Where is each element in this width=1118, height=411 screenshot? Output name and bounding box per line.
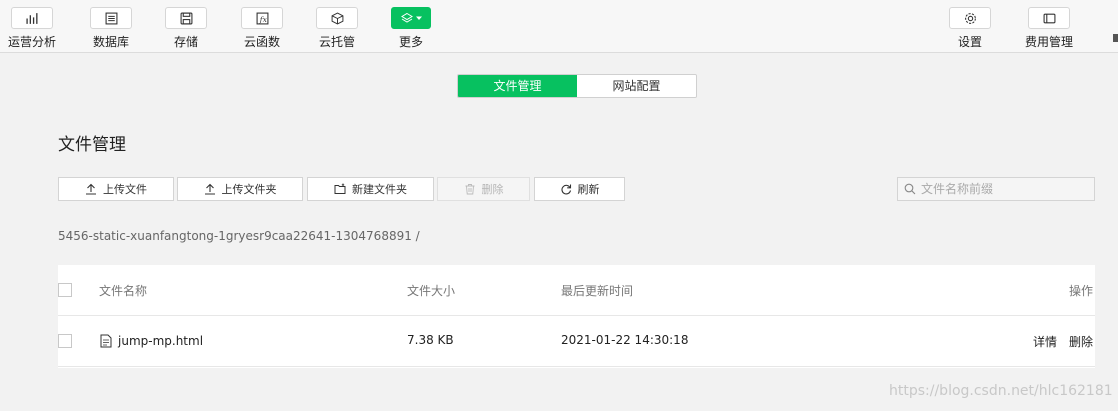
toolbar-settings[interactable]: 设置 [935,6,1005,50]
row-delete-link[interactable]: 删除 [1069,333,1093,350]
header-file-size[interactable]: 文件大小 [407,282,455,299]
delete-label: 删除 [481,183,504,196]
page-title: 文件管理 [58,135,126,155]
toolbar-label: 数据库 [92,35,129,49]
toolbar-overflow-edge [1113,34,1118,42]
search-input[interactable] [921,182,1091,196]
header-last-updated[interactable]: 最后更新时间 [561,282,633,299]
upload-file-label: 上传文件 [103,183,147,196]
watermark: https://blog.csdn.net/hlc162181 [889,383,1113,399]
upload-folder-label: 上传文件夹 [221,183,277,196]
row-checkbox[interactable] [58,334,72,348]
database-icon [90,7,132,29]
tab-file-management[interactable]: 文件管理 [458,75,577,97]
upload-folder-button[interactable]: 上传文件夹 [177,177,303,201]
toolbar-label: 设置 [957,35,982,49]
upload-file-button[interactable]: 上传文件 [58,177,174,201]
toolbar-label: 更多 [398,35,423,49]
file-table: 文件名称 文件大小 最后更新时间 操作 jump-mp.html 7.38 KB… [58,265,1095,368]
cube-icon [316,7,358,29]
refresh-button[interactable]: 刷新 [534,177,625,201]
search-icon [904,183,916,195]
tab-website-config[interactable]: 网站配置 [577,75,696,97]
storage-icon [165,7,207,29]
upload-icon [204,183,215,195]
view-tabs: 文件管理 网站配置 [457,74,697,98]
toolbar-label: 云函数 [243,35,280,49]
refresh-icon [560,184,571,195]
new-folder-label: 新建文件夹 [352,183,407,196]
delete-button[interactable]: 删除 [437,177,530,201]
svg-text:fx: fx [258,14,267,23]
trash-icon [465,184,474,195]
card-icon [1028,7,1070,29]
refresh-label: 刷新 [577,183,600,196]
toolbar-cloud-function[interactable]: fx 云函数 [227,6,297,50]
caret-down-icon [415,16,422,20]
file-size: 7.38 KB [407,333,454,347]
new-folder-button[interactable]: 新建文件夹 [307,177,434,201]
layers-icon [391,7,431,29]
toolbar-storage[interactable]: 存储 [151,6,221,50]
toolbar-operation-analysis[interactable]: 运营分析 [0,6,67,50]
gear-icon [949,7,991,29]
top-toolbar: 运营分析 数据库 存储 fx 云函数 云托管 更多 设置 费用管理 [0,0,1118,53]
toolbar-billing[interactable]: 费用管理 [1014,6,1084,50]
detail-link[interactable]: 详情 [1033,333,1057,350]
toolbar-cloud-hosting[interactable]: 云托管 [302,6,372,50]
file-icon [100,334,112,348]
search-box [897,177,1095,201]
toolbar-label: 运营分析 [7,35,56,49]
toolbar-label: 费用管理 [1024,35,1073,49]
header-file-name[interactable]: 文件名称 [99,282,147,299]
toolbar-label: 存储 [173,35,198,49]
toolbar-label: 云托管 [318,35,355,49]
header-operations: 操作 [1069,284,1094,298]
toolbar-database[interactable]: 数据库 [76,6,146,50]
file-name: jump-mp.html [118,334,204,348]
breadcrumb: 5456-static-xuanfangtong-1gryesr9caa2264… [58,229,420,243]
new-folder-icon [334,183,346,194]
table-row: jump-mp.html 7.38 KB 2021-01-22 14:30:18… [58,316,1095,367]
toolbar-more[interactable]: 更多 [376,6,446,50]
function-icon: fx [241,7,283,29]
select-all-checkbox[interactable] [58,283,72,297]
file-name-cell[interactable]: jump-mp.html [100,334,203,348]
table-header-row: 文件名称 文件大小 最后更新时间 操作 [58,265,1095,316]
upload-icon [86,183,96,195]
bar-chart-icon [11,7,53,29]
file-updated-time: 2021-01-22 14:30:18 [561,333,689,347]
